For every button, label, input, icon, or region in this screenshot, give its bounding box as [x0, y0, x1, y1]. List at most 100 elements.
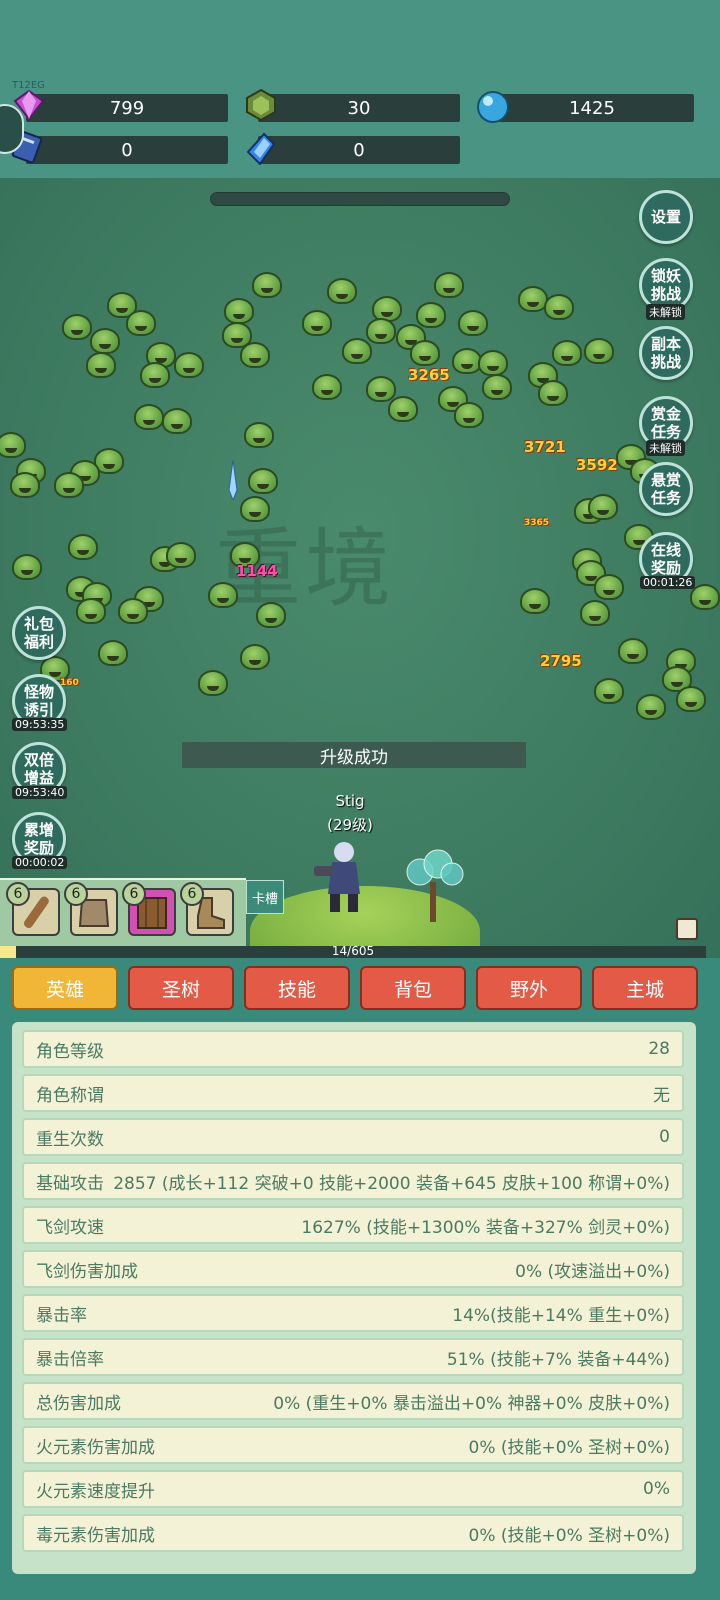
equip-slot-armor[interactable]: 6 — [64, 882, 118, 936]
battle-field: 重境 3265 3721 3592 3365 1144 2795 160 设置 … — [0, 178, 720, 968]
slime-monster — [410, 340, 440, 366]
damage-number: 3721 — [524, 438, 566, 456]
card-slot-button[interactable]: 卡槽 — [246, 880, 284, 914]
slime-monster — [458, 310, 488, 336]
tab-wild[interactable]: 野外 — [476, 966, 582, 1010]
slime-monster — [544, 294, 574, 320]
hero-name: Stig — [335, 792, 365, 810]
wave-progress-bar — [210, 192, 510, 206]
hero-character-icon — [314, 842, 360, 912]
slime-monster — [140, 362, 170, 388]
stats-list[interactable]: 角色等级 28 角色称谓无 重生次数 0 基础攻击 2857 (成长+112 突破+0… — [12, 1022, 696, 1574]
jade-counter: 30 — [258, 94, 460, 122]
slime-monster — [240, 496, 270, 522]
slime-monster — [134, 404, 164, 430]
slime-monster — [454, 402, 484, 428]
green-shield-gem-icon — [246, 88, 276, 122]
stat-row: 飞剑伤害加成 0% (攻速溢出+0%) — [22, 1250, 684, 1288]
stat-row: 火元素伤害加成 0% (技能+0% 圣树+0%) — [22, 1426, 684, 1464]
slime-monster — [90, 328, 120, 354]
slime-monster — [224, 298, 254, 324]
equip-slot-boots[interactable]: 6 — [180, 882, 234, 936]
slot-level-badge: 6 — [6, 882, 30, 906]
slime-monster — [584, 338, 614, 364]
damage-number: 2795 — [540, 652, 582, 670]
damage-number: 1144 — [236, 562, 278, 580]
hero-level: (29级) — [327, 816, 373, 834]
crystal-counter: 0 — [258, 136, 460, 164]
slime-monster — [302, 310, 332, 336]
slot-level-badge: 6 — [64, 882, 88, 906]
slime-monster — [98, 640, 128, 666]
slime-monster — [256, 602, 286, 628]
slime-monster — [68, 534, 98, 560]
slime-monster — [118, 598, 148, 624]
dungeon-challenge-button[interactable]: 副本挑战 — [639, 326, 693, 380]
slime-monster — [636, 694, 666, 720]
scroll-icon[interactable] — [676, 918, 698, 940]
stat-row: 暴击倍率 51% (技能+7% 装备+44%) — [22, 1338, 684, 1376]
orb-counter: 1425 — [490, 94, 694, 122]
slime-monster — [580, 600, 610, 626]
equip-slot-shield[interactable]: 6 — [122, 882, 176, 936]
hero-panel: 英雄 圣树 技能 背包 野外 主城 角色等级 28 角色称谓无 重生次数 0 基础攻… — [0, 958, 720, 1600]
slime-monster — [76, 598, 106, 624]
slime-monster — [312, 374, 342, 400]
slime-monster — [166, 542, 196, 568]
monster-lure-timer: 09:53:35 — [12, 718, 68, 731]
tab-backpack[interactable]: 背包 — [360, 966, 466, 1010]
damage-number: 160 — [60, 678, 79, 688]
slime-monster — [434, 272, 464, 298]
slot-level-badge: 6 — [122, 882, 146, 906]
slime-monster — [690, 584, 720, 610]
slime-monster — [10, 472, 40, 498]
stat-row: 飞剑攻速 1627% (技能+1300% 装备+327% 剑灵+0%) — [22, 1206, 684, 1244]
slime-monster — [248, 468, 278, 494]
damage-number: 3265 — [408, 366, 450, 384]
stat-row: 角色称谓无 — [22, 1074, 684, 1112]
slime-monster — [0, 432, 26, 458]
slime-monster — [618, 638, 648, 664]
exp-text: 14/605 — [331, 944, 375, 958]
slime-monster — [54, 472, 84, 498]
slime-monster — [62, 314, 92, 340]
tab-main-city[interactable]: 主城 — [592, 966, 698, 1010]
sacred-tree-icon — [406, 849, 464, 922]
flying-sword-icon — [228, 460, 238, 500]
stat-row: 总伤害加成 0% (重生+0% 暴击溢出+0% 神器+0% 皮肤+0%) — [22, 1382, 684, 1420]
damage-number: 3592 — [576, 456, 618, 474]
slime-monster — [198, 670, 228, 696]
stat-row: 火元素速度提升 0% — [22, 1470, 684, 1508]
slime-monster — [208, 582, 238, 608]
slime-monster — [244, 422, 274, 448]
slime-monster — [588, 494, 618, 520]
tab-skills[interactable]: 技能 — [244, 966, 350, 1010]
slime-monster — [676, 686, 706, 712]
reward-task-button[interactable]: 悬赏任务 — [639, 462, 693, 516]
locked-label: 未解锁 — [646, 440, 685, 456]
slime-monster — [174, 352, 204, 378]
double-buff-timer: 09:53:40 — [12, 786, 68, 799]
locked-label: 未解锁 — [646, 304, 685, 320]
tab-hero[interactable]: 英雄 — [12, 966, 118, 1010]
damage-number: 3365 — [524, 518, 550, 528]
tab-sacred-tree[interactable]: 圣树 — [128, 966, 234, 1010]
online-reward-timer: 00:01:26 — [640, 576, 696, 589]
slime-monster — [478, 350, 508, 376]
slime-monster — [594, 678, 624, 704]
stat-row: 角色等级 28 — [22, 1030, 684, 1068]
slime-monster — [538, 380, 568, 406]
gem-counter: 799 — [26, 94, 228, 122]
slime-monster — [388, 396, 418, 422]
slime-monster — [12, 554, 42, 580]
resource-bar: T12EG 799 30 1425 0 0 — [0, 0, 720, 178]
accumulated-reward-timer: 00:00:02 — [12, 856, 68, 869]
slime-monster — [520, 588, 550, 614]
equipment-slot-bar: 6 6 6 6 — [0, 878, 246, 946]
book-counter: 0 — [26, 136, 228, 164]
equip-slot-weapon[interactable]: 6 — [6, 882, 60, 936]
slime-monster — [126, 310, 156, 336]
settings-button[interactable]: 设置 — [639, 190, 693, 244]
slime-monster — [240, 342, 270, 368]
gift-pack-button[interactable]: 礼包福利 — [12, 606, 66, 660]
